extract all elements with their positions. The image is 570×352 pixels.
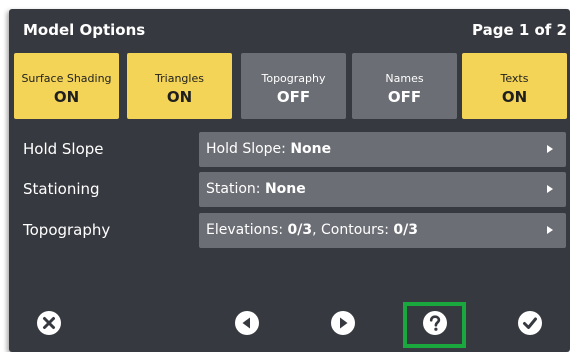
confirm-icon	[518, 311, 542, 335]
toggle-state: ON	[53, 88, 80, 106]
contours-value: 0/3	[393, 222, 418, 238]
page-title: Model Options	[23, 21, 146, 39]
station-text: Station: None	[206, 181, 306, 197]
previous-icon	[235, 311, 259, 335]
toggle-state: OFF	[276, 88, 311, 106]
toggle-state: ON	[501, 88, 528, 106]
help-button[interactable]	[422, 310, 448, 336]
hold-slope-selector[interactable]: Hold Slope: None	[199, 132, 566, 167]
toggle-label: Topography	[261, 72, 326, 85]
topography-text: Elevations: 0/3, Contours: 0/3	[206, 222, 418, 238]
toggle-label: Names	[385, 72, 424, 85]
chevron-right-icon	[547, 226, 553, 234]
topography-label: Topography	[23, 221, 111, 239]
next-button[interactable]	[330, 310, 356, 336]
station-selector[interactable]: Station: None	[199, 172, 566, 207]
stationing-label: Stationing	[23, 180, 100, 198]
topography-toggle[interactable]: Topography OFF	[241, 53, 346, 119]
toggle-label: Texts	[500, 72, 529, 85]
close-button[interactable]	[36, 310, 62, 336]
next-icon	[331, 311, 355, 335]
previous-button[interactable]	[234, 310, 260, 336]
triangles-toggle[interactable]: Triangles ON	[127, 53, 232, 119]
names-toggle[interactable]: Names OFF	[352, 53, 457, 119]
texts-toggle[interactable]: Texts ON	[462, 53, 567, 119]
toggle-label: Triangles	[155, 72, 204, 85]
toggle-label: Surface Shading	[21, 72, 112, 85]
hold-slope-text: Hold Slope: None	[206, 141, 332, 157]
close-icon	[37, 311, 61, 335]
toggle-state: OFF	[387, 88, 422, 106]
chevron-right-icon	[547, 185, 553, 193]
toggle-state: ON	[166, 88, 193, 106]
chevron-right-icon	[547, 145, 553, 153]
hold-slope-value: None	[290, 141, 332, 157]
hold-slope-label: Hold Slope	[23, 140, 104, 158]
help-icon	[423, 311, 447, 335]
topography-selector[interactable]: Elevations: 0/3, Contours: 0/3	[199, 213, 566, 248]
page-indicator: Page 1 of 2	[472, 21, 567, 39]
elevations-value: 0/3	[287, 222, 313, 238]
station-value: None	[264, 181, 306, 197]
model-options-screen: Model Options Page 1 of 2 Surface Shadin…	[9, 9, 570, 352]
surface-shading-toggle[interactable]: Surface Shading ON	[14, 53, 119, 119]
confirm-button[interactable]	[517, 310, 543, 336]
